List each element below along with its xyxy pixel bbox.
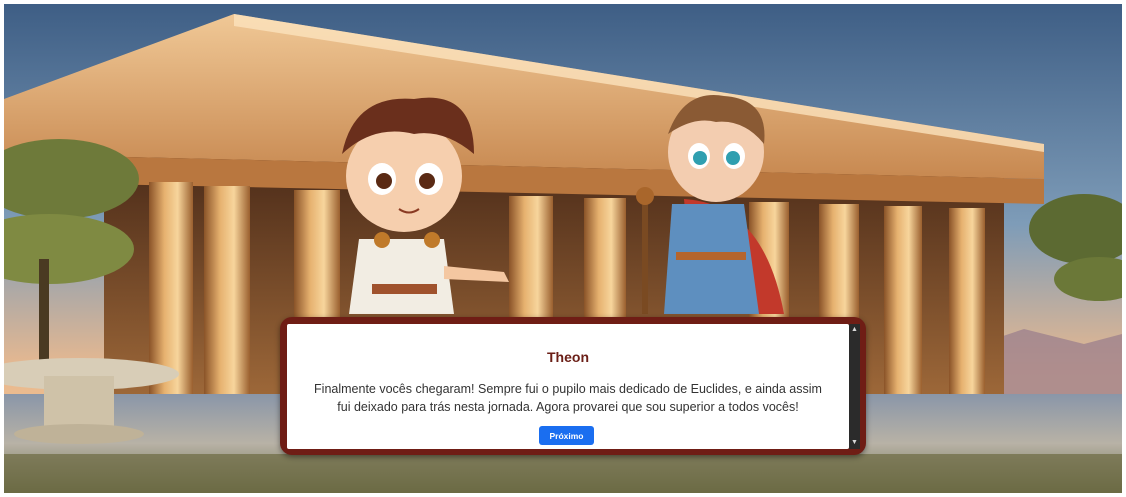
- dialog-scrollbar[interactable]: ▲ ▼: [849, 324, 860, 449]
- game-viewport: Theon Finalmente vocês chegaram! Sempre …: [4, 4, 1122, 493]
- scroll-up-arrow-icon[interactable]: ▲: [849, 325, 860, 335]
- grass: [4, 454, 1122, 493]
- dialog-message: Finalmente vocês chegaram! Sempre fui o …: [314, 382, 822, 414]
- dialog-box: Theon Finalmente vocês chegaram! Sempre …: [280, 317, 866, 455]
- next-button[interactable]: Próximo: [539, 426, 594, 445]
- speaker-name: Theon: [547, 349, 589, 365]
- dialog-content: Theon Finalmente vocês chegaram! Sempre …: [287, 324, 849, 449]
- scroll-down-arrow-icon[interactable]: ▼: [849, 438, 860, 448]
